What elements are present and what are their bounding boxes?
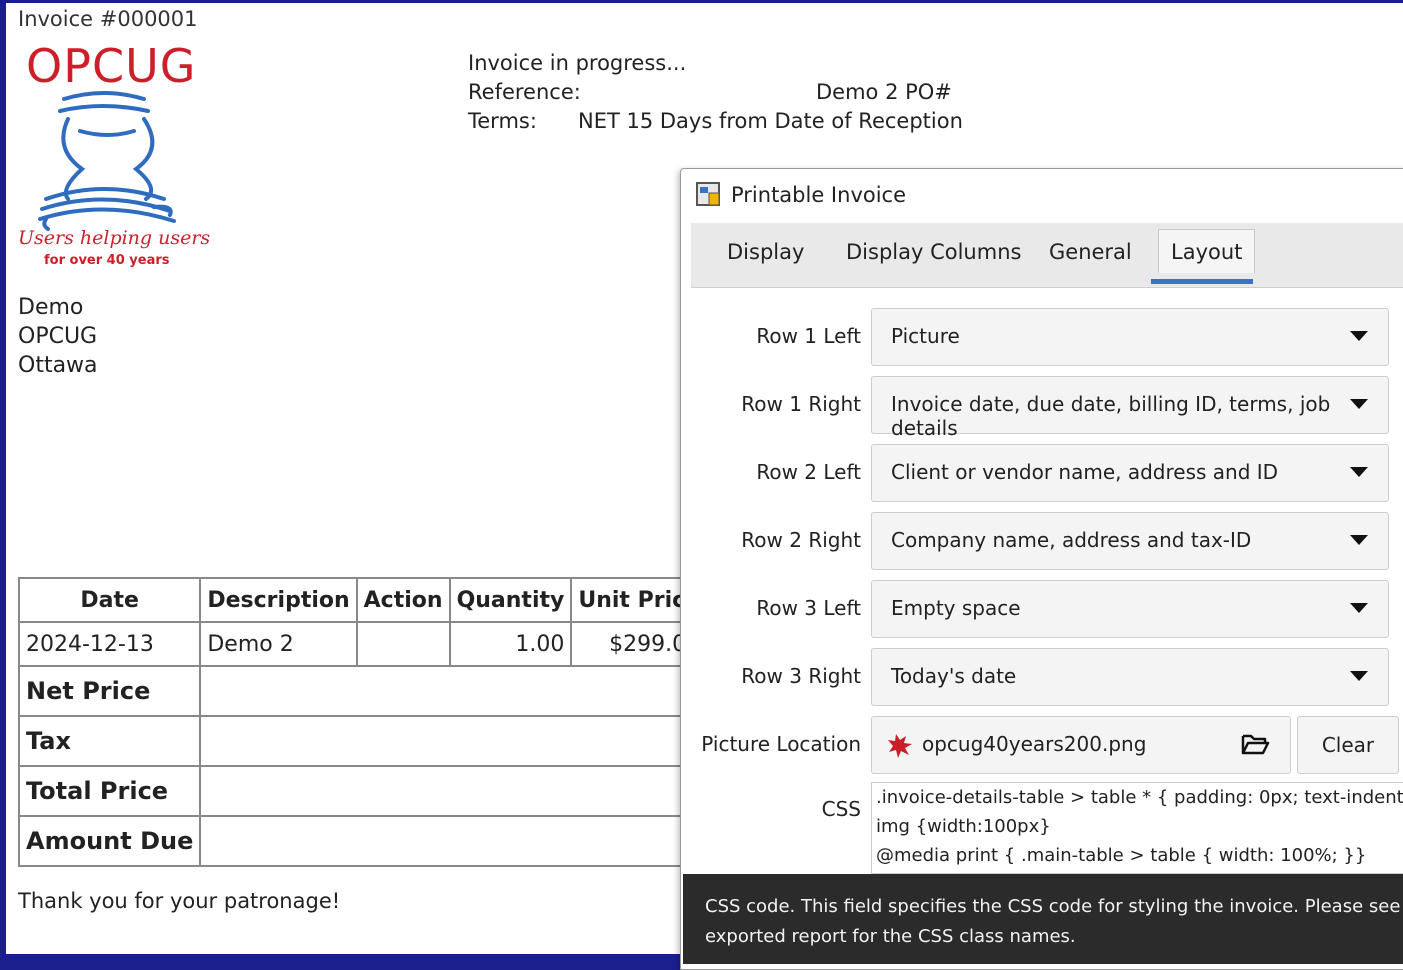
css-tooltip: CSS code. This field specifies the CSS c… [683,874,1403,964]
row-3-left-value: Empty space [891,596,1021,620]
chevron-down-icon [1350,603,1368,613]
column-header-date: Date [17,577,202,623]
logo-tagline: Users helping users [18,227,211,249]
summary-label: Amount Due [17,815,202,867]
row-1-left-label: Row 1 Left [756,324,861,348]
chevron-down-icon [1350,467,1368,477]
client-line: Demo [18,295,84,320]
css-line: .invoice-details-table > table * { paddi… [876,787,1403,808]
cell-date: 2024-12-13 [17,621,202,667]
column-header-quantity: Quantity [448,577,573,623]
tab-layout[interactable]: Layout [1158,229,1256,273]
invoice-title: Invoice #000001 [18,7,198,31]
client-address: Demo OPCUG Ottawa [18,293,98,380]
css-label: CSS [821,797,861,821]
row-1-right-select[interactable]: Invoice date, due date, billing ID, term… [871,376,1389,440]
terms-label: Terms: [468,109,537,133]
row-1-right-value: Invoice date, due date, billing ID, term… [891,392,1331,440]
invoice-window-icon [696,182,720,206]
row-3-left-select[interactable]: Empty space [871,580,1389,638]
css-textarea[interactable]: .invoice-details-table > table * { paddi… [871,782,1403,874]
picture-location-value: opcug40years200.png [922,732,1147,756]
summary-label: Tax [17,715,202,767]
row-2-right-select[interactable]: Company name, address and tax-ID [871,512,1389,570]
column-header-action: Action [355,577,451,623]
row-3-right-label: Row 3 Right [741,664,861,688]
tab-general[interactable]: General [1049,240,1132,264]
logo-tagline-years: for over 40 years [44,253,170,268]
picture-location-field[interactable]: opcug40years200.png [871,716,1291,774]
tab-display[interactable]: Display [727,240,804,264]
folder-open-icon[interactable] [1240,731,1270,757]
terms-value: NET 15 Days from Date of Reception [578,109,963,133]
tab-bar: Display Display Columns General Layout [691,223,1403,288]
tab-display-columns[interactable]: Display Columns [846,240,1021,264]
row-1-left-select[interactable]: Picture [871,308,1389,366]
thanks-message: Thank you for your patronage! [18,889,341,913]
row-2-right-label: Row 2 Right [741,528,861,552]
row-3-right-select[interactable]: Today's date [871,648,1389,706]
chevron-down-icon [1350,535,1368,545]
client-line: OPCUG [18,324,98,349]
cell-description: Demo 2 [199,621,358,667]
css-line: img {width:100px} [876,816,1051,837]
dialog-title: Printable Invoice [731,183,907,207]
active-tab-indicator [1151,279,1253,284]
summary-label: Total Price [17,765,202,817]
tooltip-line: exported report for the CSS class names. [705,926,1076,947]
invoice-status: Invoice in progress... [468,51,687,75]
printable-invoice-dialog: Printable Invoice Display Display Column… [680,168,1403,970]
reference-label: Reference: [468,80,581,104]
cell-quantity: 1.00 [448,621,573,667]
row-2-left-label: Row 2 Left [756,460,861,484]
row-3-right-value: Today's date [891,664,1017,688]
chevron-down-icon [1350,399,1368,409]
row-2-right-value: Company name, address and tax-ID [891,528,1252,552]
cell-action [355,621,451,667]
clear-picture-button[interactable]: Clear [1297,716,1399,774]
column-header-description: Description [199,577,358,623]
tooltip-line: CSS code. This field specifies the CSS c… [705,896,1403,917]
reference-value: Demo 2 PO# [816,80,952,104]
image-file-icon [888,734,912,758]
chevron-down-icon [1350,671,1368,681]
row-1-right-label: Row 1 Right [741,392,861,416]
summary-label: Net Price [17,665,202,717]
logo-text: OPCUG [26,39,197,93]
css-line: @media print { .main-table > table { wid… [876,845,1367,866]
client-line: Ottawa [18,353,98,378]
row-1-left-value: Picture [891,324,960,348]
picture-location-label: Picture Location [701,732,861,756]
row-2-left-select[interactable]: Client or vendor name, address and ID [871,444,1389,502]
row-3-left-label: Row 3 Left [756,596,861,620]
row-2-left-value: Client or vendor name, address and ID [891,460,1279,484]
chevron-down-icon [1350,331,1368,341]
